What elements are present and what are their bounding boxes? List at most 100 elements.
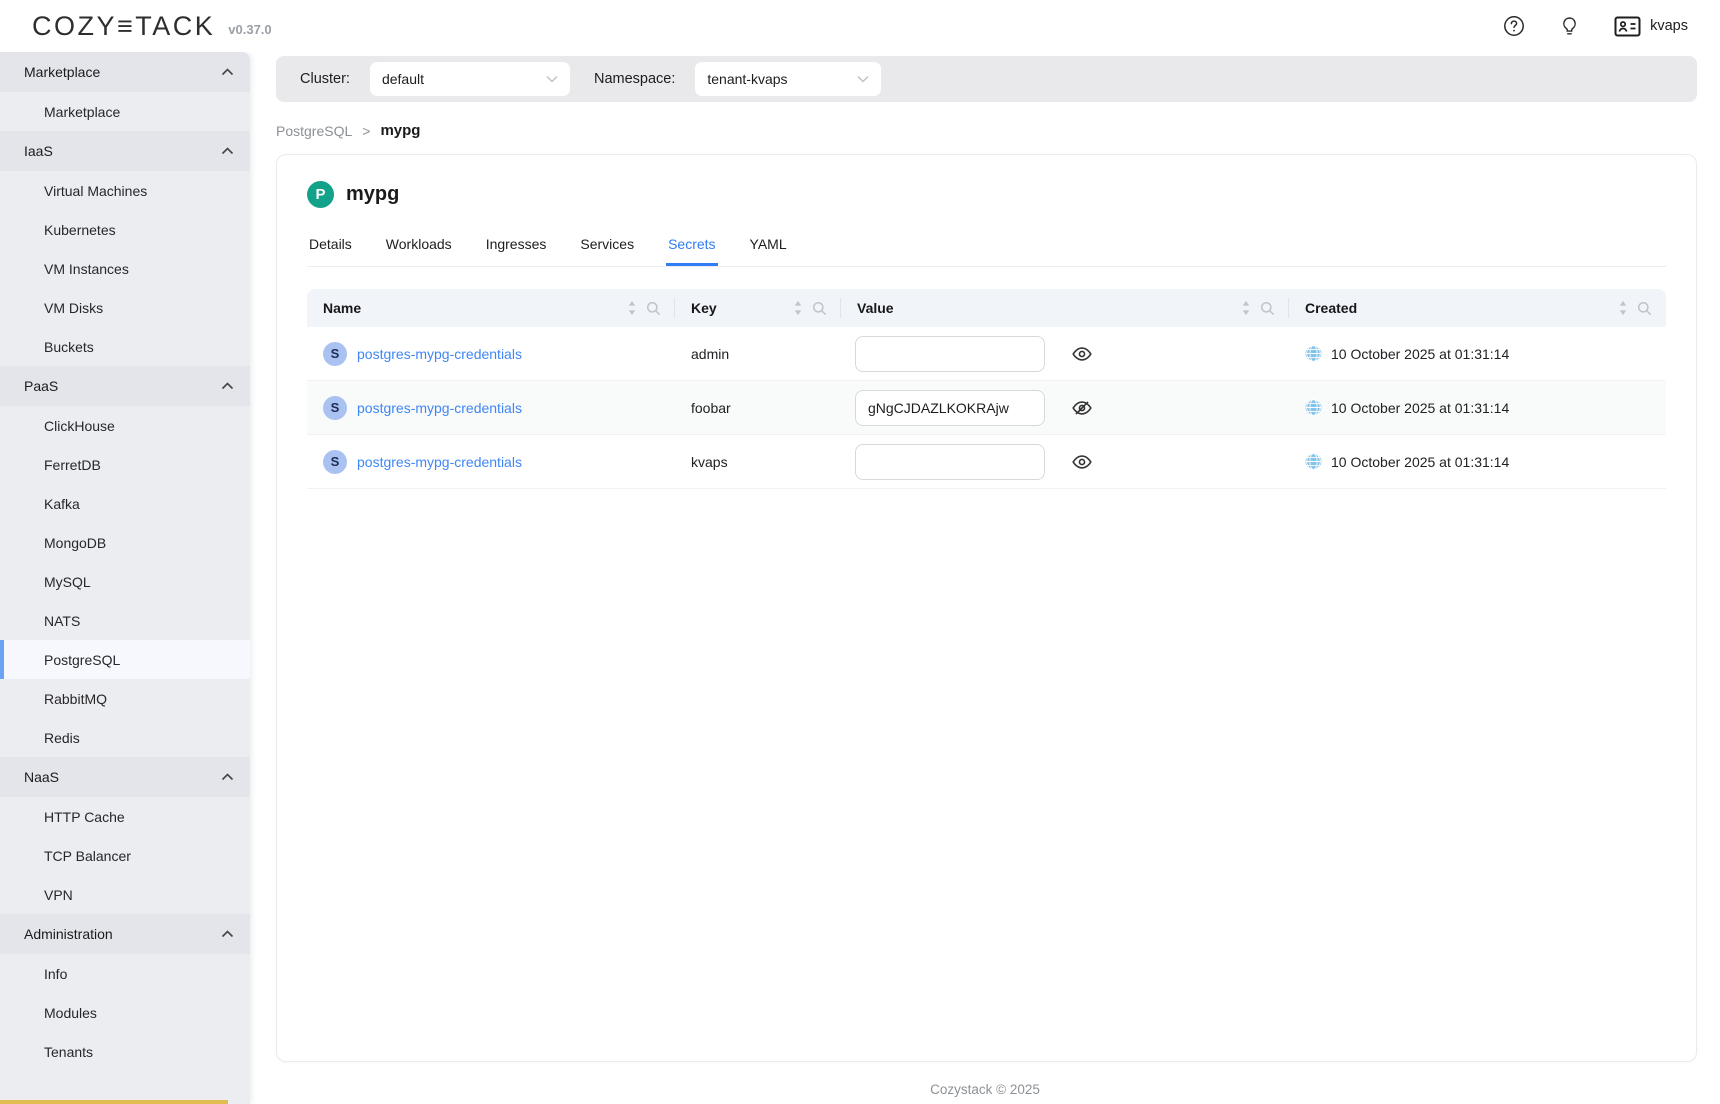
- sidebar-item-postgresql[interactable]: PostgreSQL: [0, 640, 250, 679]
- column-header-value: Value: [841, 289, 1289, 327]
- eye-icon[interactable]: [1071, 451, 1093, 473]
- section-label: NaaS: [24, 769, 59, 785]
- section-label: PaaS: [24, 378, 58, 394]
- table-row: S postgres-mypg-credentials admin 10 Oct…: [307, 327, 1666, 381]
- namespace-select-value: tenant-kvaps: [707, 71, 787, 87]
- sidebar-item-virtual-machines[interactable]: Virtual Machines: [0, 171, 250, 210]
- chevron-up-icon: [221, 147, 234, 155]
- sidebar-section-administration[interactable]: Administration: [0, 914, 250, 954]
- sidebar: Marketplace Marketplace IaaS Virtual Mac…: [0, 52, 250, 1104]
- secret-badge-icon: S: [323, 450, 347, 474]
- help-icon[interactable]: [1503, 15, 1525, 37]
- sort-icon[interactable]: [1616, 300, 1630, 316]
- sort-icon[interactable]: [791, 300, 805, 316]
- sidebar-item-buckets[interactable]: Buckets: [0, 327, 250, 366]
- section-label: IaaS: [24, 143, 53, 159]
- sidebar-section-iaas[interactable]: IaaS: [0, 131, 250, 171]
- sidebar-item-http-cache[interactable]: HTTP Cache: [0, 797, 250, 836]
- search-icon[interactable]: [646, 301, 661, 316]
- secrets-table: Name Key Value: [307, 289, 1666, 489]
- main-content: Cluster: default Namespace: tenant-kvaps…: [250, 52, 1720, 1104]
- column-header-key: Key: [675, 289, 841, 327]
- page-title: mypg: [346, 183, 399, 206]
- table-row: S postgres-mypg-credentials kvaps 10 Oct…: [307, 435, 1666, 489]
- table-header: Name Key Value: [307, 289, 1666, 327]
- secret-key: foobar: [675, 400, 841, 416]
- tab-details[interactable]: Details: [307, 236, 354, 266]
- cluster-select-value: default: [382, 71, 424, 87]
- lightbulb-icon[interactable]: [1559, 15, 1580, 37]
- sidebar-item-info[interactable]: Info: [0, 954, 250, 993]
- breadcrumb: PostgreSQL > mypg: [276, 122, 1720, 139]
- created-timestamp: 10 October 2025 at 01:31:14: [1331, 346, 1509, 362]
- user-name: kvaps: [1650, 18, 1688, 34]
- card-title-row: P mypg: [307, 181, 1666, 208]
- search-icon[interactable]: [1260, 301, 1275, 316]
- secret-name-link[interactable]: postgres-mypg-credentials: [357, 346, 522, 362]
- sidebar-section-naas[interactable]: NaaS: [0, 757, 250, 797]
- secret-key: admin: [675, 346, 841, 362]
- sidebar-section-paas[interactable]: PaaS: [0, 366, 250, 406]
- secret-value-input[interactable]: [855, 336, 1045, 372]
- cluster-select[interactable]: default: [370, 62, 570, 96]
- namespace-select[interactable]: tenant-kvaps: [695, 62, 881, 96]
- eye-icon[interactable]: [1071, 343, 1093, 365]
- sidebar-item-tenants[interactable]: Tenants: [0, 1032, 250, 1071]
- chevron-up-icon: [221, 930, 234, 938]
- sidebar-item-vm-disks[interactable]: VM Disks: [0, 288, 250, 327]
- secret-name-link[interactable]: postgres-mypg-credentials: [357, 400, 522, 416]
- column-header-created: Created: [1289, 289, 1666, 327]
- tab-secrets[interactable]: Secrets: [666, 236, 717, 266]
- column-header-name: Name: [307, 289, 675, 327]
- sidebar-section-marketplace[interactable]: Marketplace: [0, 52, 250, 92]
- user-menu[interactable]: kvaps: [1614, 16, 1688, 37]
- sidebar-item-kubernetes[interactable]: Kubernetes: [0, 210, 250, 249]
- secret-value-input[interactable]: [855, 444, 1045, 480]
- chevron-down-icon: [546, 75, 558, 83]
- top-bar: COZY≡TACK v0.37.0: [0, 0, 1720, 52]
- sort-icon[interactable]: [1239, 300, 1253, 316]
- postgresql-badge-icon: P: [307, 181, 334, 208]
- search-icon[interactable]: [812, 301, 827, 316]
- breadcrumb-separator: >: [362, 123, 370, 139]
- sidebar-item-kafka[interactable]: Kafka: [0, 484, 250, 523]
- eye-off-icon[interactable]: [1071, 397, 1093, 419]
- secret-value-input[interactable]: [855, 390, 1045, 426]
- app-logo[interactable]: COZY≡TACK: [32, 11, 215, 42]
- tab-bar: Details Workloads Ingresses Services Sec…: [307, 236, 1666, 267]
- topbar-actions: kvaps: [1503, 15, 1688, 37]
- sort-icon[interactable]: [625, 300, 639, 316]
- tab-workloads[interactable]: Workloads: [384, 236, 454, 266]
- column-label: Value: [857, 300, 894, 316]
- chevron-up-icon: [221, 382, 234, 390]
- id-card-icon: [1614, 16, 1641, 37]
- sidebar-item-clickhouse[interactable]: ClickHouse: [0, 406, 250, 445]
- sidebar-item-nats[interactable]: NATS: [0, 601, 250, 640]
- sidebar-item-vm-instances[interactable]: VM Instances: [0, 249, 250, 288]
- column-label: Created: [1305, 300, 1357, 316]
- secret-key: kvaps: [675, 454, 841, 470]
- chevron-up-icon: [221, 773, 234, 781]
- sidebar-item-marketplace[interactable]: Marketplace: [0, 92, 250, 131]
- sidebar-item-rabbitmq[interactable]: RabbitMQ: [0, 679, 250, 718]
- created-timestamp: 10 October 2025 at 01:31:14: [1331, 454, 1509, 470]
- sidebar-item-modules[interactable]: Modules: [0, 993, 250, 1032]
- search-icon[interactable]: [1637, 301, 1652, 316]
- column-label: Name: [323, 300, 361, 316]
- sidebar-item-mongodb[interactable]: MongoDB: [0, 523, 250, 562]
- sidebar-item-tcp-balancer[interactable]: TCP Balancer: [0, 836, 250, 875]
- namespace-label: Namespace:: [594, 71, 675, 87]
- breadcrumb-postgresql[interactable]: PostgreSQL: [276, 123, 352, 139]
- sidebar-item-ferretdb[interactable]: FerretDB: [0, 445, 250, 484]
- sidebar-item-vpn[interactable]: VPN: [0, 875, 250, 914]
- tab-ingresses[interactable]: Ingresses: [484, 236, 549, 266]
- sidebar-item-redis[interactable]: Redis: [0, 718, 250, 757]
- tab-services[interactable]: Services: [578, 236, 636, 266]
- secret-badge-icon: S: [323, 342, 347, 366]
- secret-name-link[interactable]: postgres-mypg-credentials: [357, 454, 522, 470]
- resource-card: P mypg Details Workloads Ingresses Servi…: [276, 154, 1697, 1062]
- globe-icon: [1305, 399, 1322, 416]
- tab-yaml[interactable]: YAML: [748, 236, 789, 266]
- sidebar-bottom-accent: [0, 1100, 228, 1104]
- sidebar-item-mysql[interactable]: MySQL: [0, 562, 250, 601]
